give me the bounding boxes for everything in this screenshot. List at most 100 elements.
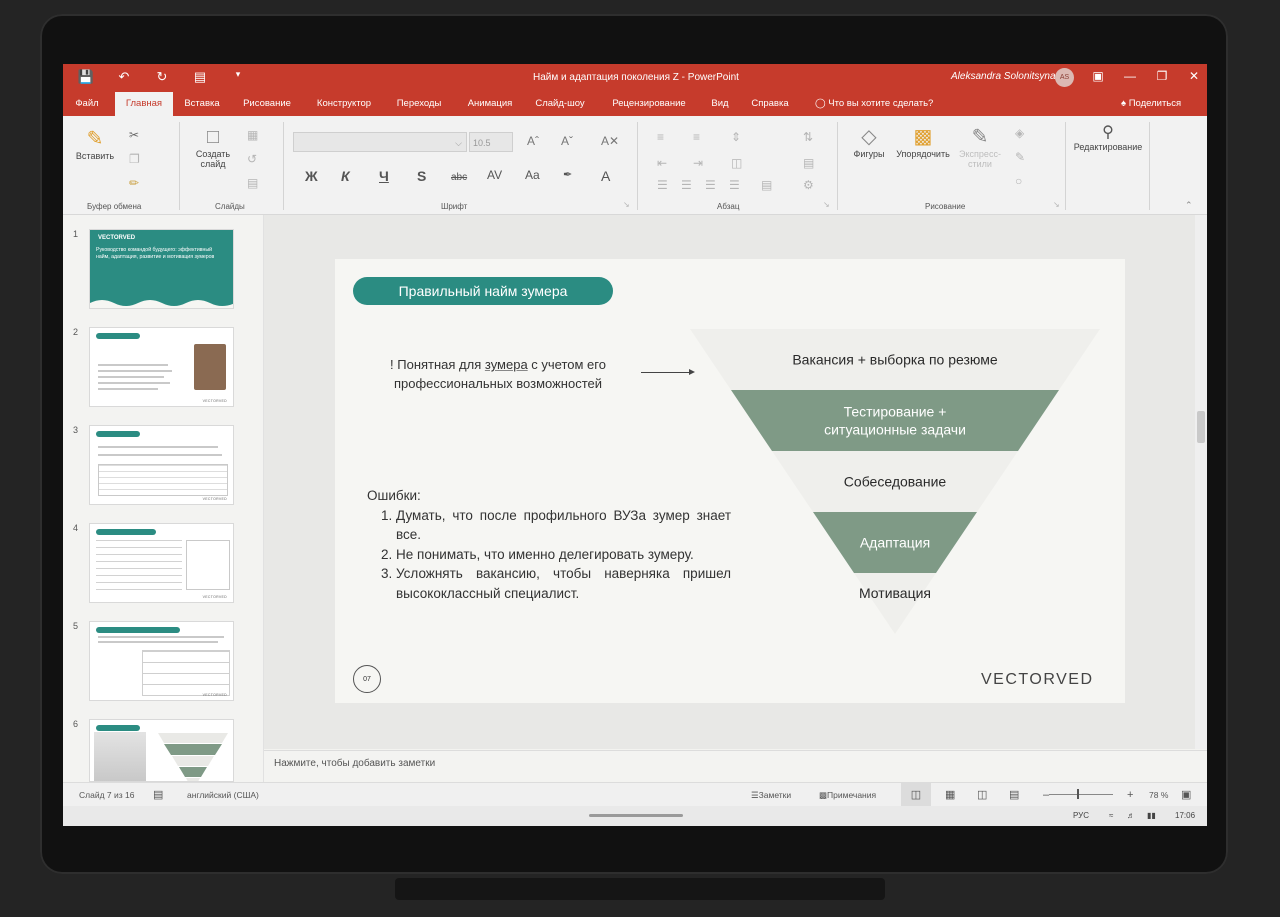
zoom-out-icon[interactable]: –	[1043, 783, 1049, 807]
normal-view-icon[interactable]: ◫	[901, 783, 931, 807]
scroll-thumb[interactable]	[1197, 411, 1205, 443]
paste-button[interactable]: ✎ Вставить	[75, 126, 115, 161]
hiring-funnel[interactable]: Вакансия + выборка по резюме Тестирование…	[690, 329, 1100, 639]
text-direction-icon[interactable]: ⇅	[803, 130, 813, 144]
redo-icon[interactable]: ↻	[153, 69, 171, 85]
quick-styles-button[interactable]: ✎ Экспресс-стили	[955, 124, 1005, 169]
reset-icon[interactable]: ↺	[247, 152, 257, 166]
shrink-font-icon[interactable]: Aˇ	[561, 134, 573, 148]
comments-toggle[interactable]: ▩ Примечания	[819, 783, 876, 807]
tab-animations[interactable]: Анимация	[459, 92, 521, 116]
font-family-dropdown[interactable]: ⌵	[293, 132, 467, 152]
copy-icon[interactable]: ❐	[129, 152, 140, 166]
grow-font-icon[interactable]: Aˆ	[527, 134, 539, 148]
fit-to-window-icon[interactable]: ▣	[1181, 783, 1191, 807]
language-indicator[interactable]: английский (США)	[187, 783, 259, 807]
tab-design[interactable]: Конструктор	[309, 92, 379, 116]
italic-button[interactable]: К	[341, 168, 350, 184]
spellcheck-icon[interactable]: ▤	[153, 783, 163, 807]
tab-insert[interactable]: Вставка	[179, 92, 225, 116]
align-center-icon[interactable]: ☰	[681, 178, 692, 192]
cut-icon[interactable]: ✂	[129, 128, 139, 142]
volume-icon[interactable]: ♬	[1127, 806, 1135, 826]
paragraph-dialog-launcher-icon[interactable]: ↘	[823, 200, 830, 209]
tab-file[interactable]: Файл	[69, 92, 105, 116]
tab-help[interactable]: Справка	[745, 92, 795, 116]
tell-me-search[interactable]: ◯ Что вы хотите сделать?	[815, 92, 933, 116]
line-spacing-icon[interactable]: ⇕	[731, 130, 741, 144]
tab-slideshow[interactable]: Слайд-шоу	[529, 92, 591, 116]
tab-review[interactable]: Рецензирование	[601, 92, 697, 116]
current-slide[interactable]: Правильный найм зумера ! Понятная для зу…	[335, 259, 1125, 703]
shape-fill-icon[interactable]: ◈	[1015, 126, 1024, 140]
align-left-icon[interactable]: ☰	[657, 178, 668, 192]
increase-indent-icon[interactable]: ⇥	[693, 156, 703, 170]
tab-home[interactable]: Главная	[115, 92, 173, 116]
maximize-icon[interactable]: ❐	[1155, 69, 1169, 83]
funnel-stage-2[interactable]	[731, 390, 1059, 451]
zoom-slider-knob[interactable]	[1077, 789, 1079, 799]
notes-toggle[interactable]: ☰ Заметки	[751, 783, 791, 807]
bullets-icon[interactable]: ≡	[657, 130, 664, 144]
numbering-icon[interactable]: ≡	[693, 130, 700, 144]
slide-note[interactable]: ! Понятная для зумера с учетом его профе…	[367, 355, 629, 393]
layout-icon[interactable]: ▦	[247, 128, 258, 142]
zoom-in-icon[interactable]: +	[1127, 783, 1133, 807]
collapse-ribbon-icon[interactable]: ⌃	[1185, 200, 1193, 211]
start-slideshow-icon[interactable]: ▤	[191, 69, 209, 85]
new-slide-button[interactable]: □ Создать слайд	[191, 126, 235, 169]
undo-icon[interactable]: ↶	[115, 69, 133, 85]
smartart-icon[interactable]: ⚙	[803, 178, 814, 192]
slide-heading[interactable]: Правильный найм зумера	[353, 277, 613, 305]
slide-thumbnail-5[interactable]: VECTORVED	[89, 621, 234, 701]
clock[interactable]: 17:06	[1175, 806, 1195, 826]
font-color-button[interactable]: A	[601, 168, 610, 184]
zoom-slider[interactable]	[1049, 794, 1113, 795]
columns-icon[interactable]: ◫	[731, 156, 742, 170]
clear-format-icon[interactable]: A✕	[601, 134, 619, 148]
shadow-button[interactable]: S	[417, 168, 426, 184]
change-case-button[interactable]: Aa	[525, 168, 540, 182]
align-right-icon[interactable]: ☰	[705, 178, 716, 192]
drawing-dialog-launcher-icon[interactable]: ↘	[1053, 200, 1060, 209]
tab-draw[interactable]: Рисование	[235, 92, 299, 116]
notes-pane[interactable]: Нажмите, чтобы добавить заметки	[264, 750, 1207, 781]
slide-thumbnail-2[interactable]: VECTORVED	[89, 327, 234, 407]
user-name[interactable]: Aleksandra Solonitsyna	[951, 71, 1056, 82]
decrease-indent-icon[interactable]: ⇤	[657, 156, 667, 170]
funnel-stage-5[interactable]	[854, 573, 936, 634]
slide-thumbnail-6[interactable]	[89, 719, 234, 782]
slide-thumbnail-3[interactable]: VECTORVED	[89, 425, 234, 505]
strikethrough-button[interactable]: abc	[451, 172, 467, 183]
arrange-button[interactable]: ▩ Упорядочить	[893, 124, 953, 159]
slide-thumbnail-4[interactable]: VECTORVED	[89, 523, 234, 603]
ribbon-display-icon[interactable]: ▣	[1091, 69, 1105, 83]
section-icon[interactable]: ▤	[247, 176, 258, 190]
reading-view-icon[interactable]: ◫	[977, 783, 987, 807]
shapes-button[interactable]: ◇ Фигуры	[849, 124, 889, 159]
highlight-icon[interactable]: ✒	[563, 168, 572, 181]
avatar[interactable]: AS	[1055, 68, 1074, 87]
tab-view[interactable]: Вид	[705, 92, 735, 116]
share-button[interactable]: ♠ Поделиться	[1121, 92, 1181, 116]
slideshow-view-icon[interactable]: ▤	[1009, 783, 1019, 807]
vertical-scrollbar[interactable]	[1195, 215, 1207, 749]
char-spacing-button[interactable]: AV	[487, 168, 502, 182]
align-text-icon[interactable]: ▤	[803, 156, 814, 170]
font-size-dropdown[interactable]: 10.5	[469, 132, 513, 152]
tab-transitions[interactable]: Переходы	[389, 92, 449, 116]
paragraph-more-icon[interactable]: ▤	[761, 178, 772, 192]
zoom-level[interactable]: 78 %	[1149, 783, 1168, 807]
slide-sorter-icon[interactable]: ▦	[945, 783, 955, 807]
customize-qat-icon[interactable]: ▾	[229, 69, 247, 85]
minimize-icon[interactable]: —	[1123, 69, 1137, 83]
save-icon[interactable]: 💾	[77, 69, 95, 85]
editing-button[interactable]: ⚲ Редактирование	[1069, 122, 1147, 152]
underline-button[interactable]: Ч	[379, 168, 389, 184]
wifi-icon[interactable]: ≈	[1109, 806, 1113, 826]
close-icon[interactable]: ✕	[1187, 69, 1201, 83]
slide-thumbnail-1[interactable]: VECTORVED Руководство командой будущего:…	[89, 229, 234, 309]
shape-outline-icon[interactable]: ✎	[1015, 150, 1025, 164]
battery-icon[interactable]: ▮▮	[1147, 806, 1156, 826]
bold-button[interactable]: Ж	[305, 168, 318, 184]
